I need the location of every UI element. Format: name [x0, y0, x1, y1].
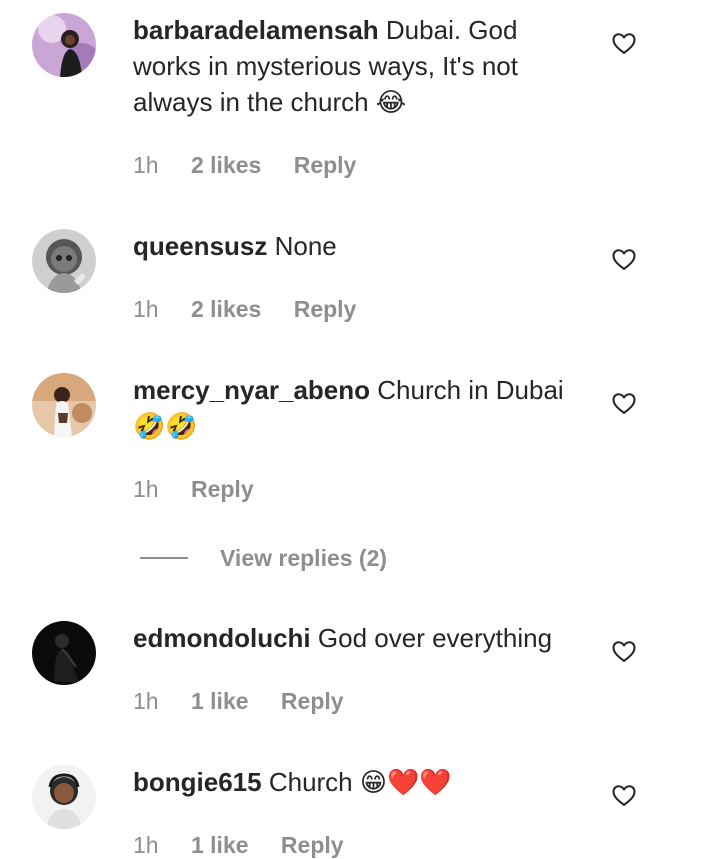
comment-body: mercy_nyar_abeno Church in Dubai 🤣🤣 — [133, 372, 583, 444]
comment-likes[interactable]: 1 like — [191, 832, 249, 858]
comment-meta: 1h 2 likes Reply — [133, 151, 382, 179]
reply-button[interactable]: Reply — [294, 152, 357, 178]
heart-outline-icon[interactable] — [610, 245, 638, 273]
comment-body: queensusz None — [133, 228, 583, 264]
comment-text: None — [274, 231, 337, 261]
comment-username[interactable]: bongie615 — [133, 767, 262, 797]
heart-outline-icon[interactable] — [610, 781, 638, 809]
heart-outline-icon[interactable] — [610, 29, 638, 57]
reply-button[interactable]: Reply — [191, 476, 254, 502]
comment-username[interactable]: mercy_nyar_abeno — [133, 375, 370, 405]
comment-meta: 1h 1 like Reply — [133, 831, 370, 859]
heart-outline-icon[interactable] — [610, 637, 638, 665]
comment-time: 1h — [133, 688, 159, 714]
comment-username[interactable]: queensusz — [133, 231, 267, 261]
comment-likes[interactable]: 2 likes — [191, 296, 261, 322]
avatar[interactable] — [32, 373, 96, 437]
heart-outline-icon[interactable] — [610, 389, 638, 417]
view-replies-button[interactable]: View replies (2) — [140, 540, 387, 576]
reply-button[interactable]: Reply — [281, 688, 344, 714]
comment-body: bongie615 Church 😁❤️❤️ — [133, 764, 583, 800]
avatar[interactable] — [32, 13, 96, 77]
avatar[interactable] — [32, 229, 96, 293]
comment-time: 1h — [133, 476, 159, 502]
comment-likes[interactable]: 2 likes — [191, 152, 261, 178]
reply-button[interactable]: Reply — [294, 296, 357, 322]
comment-text: Church 😁❤️❤️ — [268, 767, 452, 797]
comment-username[interactable]: barbaradelamensah — [133, 15, 379, 45]
avatar[interactable] — [32, 765, 96, 829]
comment-likes[interactable]: 1 like — [191, 688, 249, 714]
comment-text: God over everything — [317, 623, 553, 653]
comment-time: 1h — [133, 296, 159, 322]
comment-meta: 1h 1 like Reply — [133, 687, 370, 715]
comment-time: 1h — [133, 152, 159, 178]
comment-time: 1h — [133, 832, 159, 858]
divider — [140, 557, 188, 559]
comment-meta: 1h Reply — [133, 475, 280, 503]
avatar[interactable] — [32, 621, 96, 685]
comment-username[interactable]: edmondoluchi — [133, 623, 311, 653]
reply-button[interactable]: Reply — [281, 832, 344, 858]
comment-body: barbaradelamensah Dubai. God works in my… — [133, 12, 583, 120]
comment-meta: 1h 2 likes Reply — [133, 295, 382, 323]
view-replies-label: View replies (2) — [220, 544, 388, 571]
comment-body: edmondoluchi God over everything — [133, 620, 583, 656]
